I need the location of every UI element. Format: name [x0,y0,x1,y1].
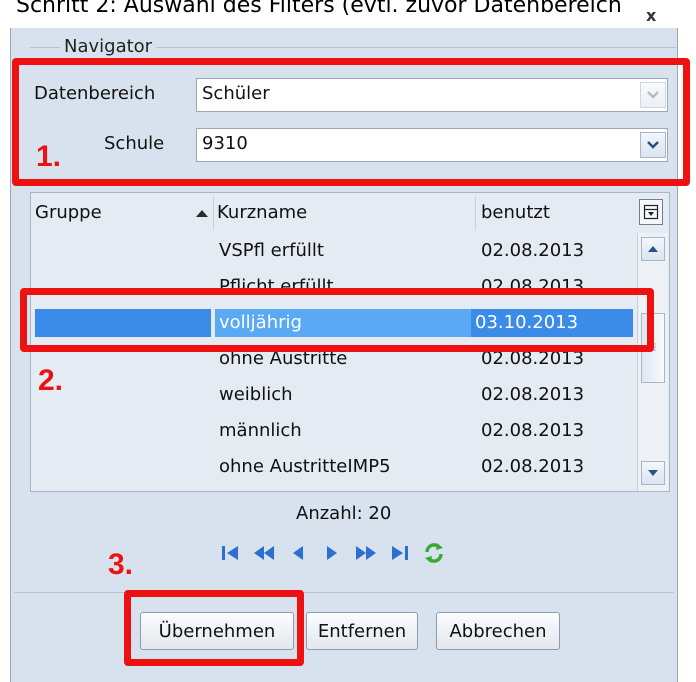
refresh-icon[interactable] [422,541,446,565]
cell-kurzname: VSPfl erfüllt [219,240,324,261]
column-chooser-icon[interactable] [639,199,663,225]
navigator-group-title: Navigator [60,37,157,57]
instruction-heading: Schritt 2: Auswahl des Filters (evtl. zu… [16,0,622,18]
next-record-icon[interactable] [320,541,344,565]
column-separator [475,197,476,229]
scroll-down-button[interactable] [641,461,665,485]
cancel-button[interactable]: Abbrechen [436,612,560,650]
annotation-step2: 2. [38,364,64,397]
annotation-box-step3 [124,590,304,666]
table-row[interactable]: weiblich 02.08.2013 [31,377,637,413]
chevron-down-icon [648,470,658,476]
previous-record-icon[interactable] [286,541,310,565]
footer-divider [14,592,674,593]
cell-kurzname: männlich [219,420,302,441]
cell-benutzt: 02.08.2013 [481,420,585,441]
scroll-up-button[interactable] [641,237,665,261]
annotation-step3: 3. [108,548,134,581]
table-row[interactable]: ohne AustritteIMP5 02.08.2013 [31,449,637,485]
close-icon[interactable]: x [646,6,656,25]
column-header-kurzname[interactable]: Kurzname [217,193,307,233]
chevron-up-icon [648,246,658,252]
column-header-gruppe[interactable]: Gruppe [35,193,102,233]
annotation-box-step1 [12,58,690,186]
cell-kurzname: ohne AustritteIMP5 [219,456,391,477]
list-vertical-scrollbar[interactable] [637,233,668,491]
next-page-icon[interactable] [354,541,378,565]
table-row[interactable]: männlich 02.08.2013 [31,413,637,449]
annotation-box-step2 [20,288,654,352]
cell-benutzt: 02.08.2013 [481,456,585,477]
table-row[interactable]: VSPfl erfüllt 02.08.2013 [31,233,637,269]
record-count: Anzahl: 20 [296,503,392,524]
first-record-icon[interactable] [218,541,242,565]
cell-kurzname: weiblich [219,384,293,405]
sort-ascending-icon [195,193,209,233]
annotation-step1: 1. [36,140,62,173]
column-separator [213,197,214,229]
last-record-icon[interactable] [388,541,412,565]
previous-page-icon[interactable] [252,541,276,565]
column-header-benutzt[interactable]: benutzt [481,193,550,233]
remove-button[interactable]: Entfernen [306,612,418,650]
record-navigation-bar [218,540,446,566]
cell-benutzt: 02.08.2013 [481,384,585,405]
cell-benutzt: 02.08.2013 [481,240,585,261]
